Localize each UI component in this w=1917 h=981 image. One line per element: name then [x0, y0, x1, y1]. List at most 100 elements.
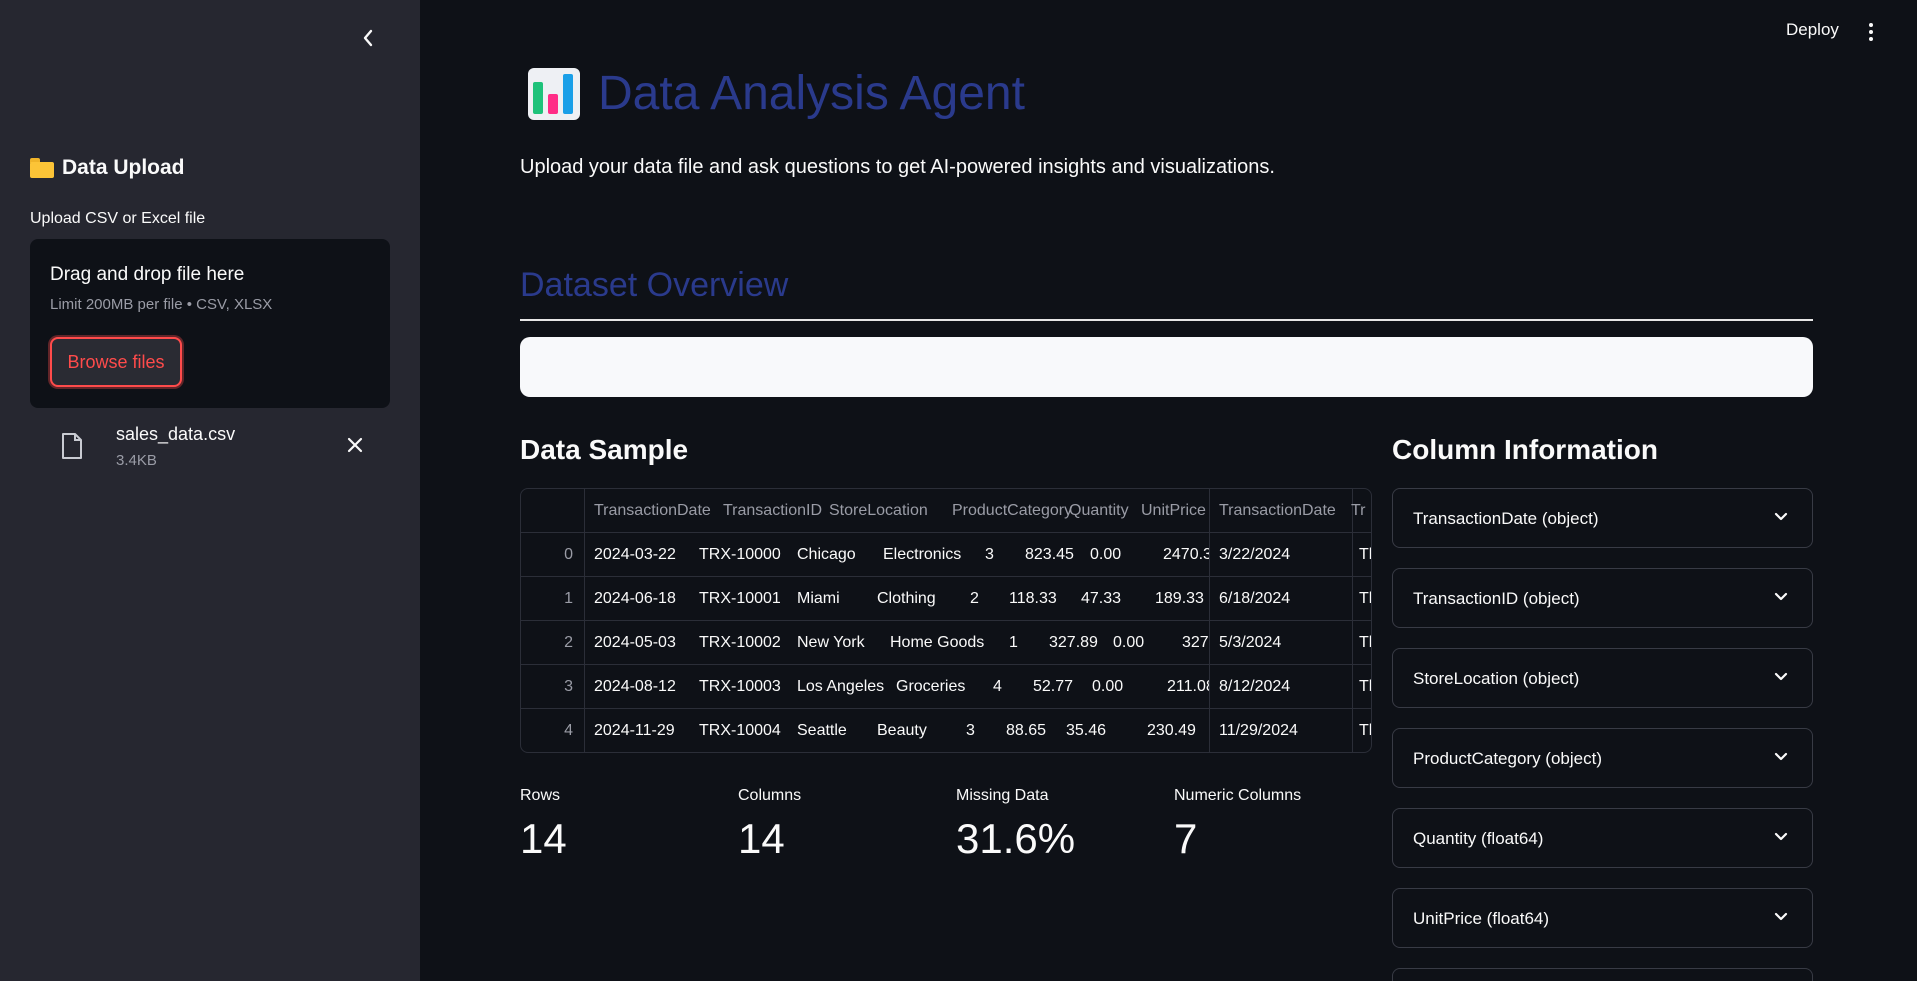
metric-value: 7	[1174, 815, 1198, 862]
remove-file-icon[interactable]	[344, 434, 366, 456]
column-header[interactable]: ProductCategory	[952, 489, 1072, 533]
column-expander[interactable]: UnitPrice (float64)	[1392, 888, 1813, 948]
table-cell: Home Goods	[890, 634, 985, 651]
table-cell: 211.08	[1167, 678, 1209, 695]
table-cell: 3	[985, 546, 994, 563]
row-index: 3	[564, 678, 573, 695]
page-subtitle: Upload your data file and ask questions …	[520, 156, 1275, 178]
table-cell: TRX-10002	[699, 634, 781, 651]
column-header[interactable]: TransactionDate	[594, 489, 711, 533]
column-header[interactable]: UnitPrice	[1141, 489, 1207, 533]
table-cell: 1	[1009, 634, 1018, 651]
column-header[interactable]: TransactionDate	[1219, 489, 1336, 533]
metric-label: Columns	[738, 787, 802, 804]
table-cell: 118.33	[1009, 590, 1057, 607]
chevron-down-icon	[1774, 912, 1788, 921]
file-name: sales_data.csv	[116, 424, 236, 444]
metric-missing-data: Missing Data 31.6%	[956, 787, 1075, 863]
file-dropzone[interactable]: Drag and drop file here Limit 200MB per …	[30, 239, 390, 408]
table-cell: 327	[1182, 634, 1209, 651]
column-expander[interactable]: TransactionID (object)	[1392, 568, 1813, 628]
table-cell: 2024-06-18	[594, 590, 676, 607]
column-expander[interactable]: TransactionDate (object)	[1392, 488, 1813, 548]
table-cell: Los Angeles	[797, 678, 885, 695]
chevron-down-icon	[1774, 672, 1788, 681]
column-header[interactable]: TransactionID	[723, 489, 822, 533]
page-title-row: Data Analysis Agent	[528, 66, 1025, 121]
table-cell: 6/18/2024	[1219, 590, 1291, 607]
table-cell: 189.33	[1155, 590, 1204, 607]
file-size: 3.4KB	[116, 452, 157, 469]
table-cell: 230.49	[1147, 722, 1196, 739]
table-cell: TRX-10001	[699, 590, 781, 607]
upload-label: Upload CSV or Excel file	[30, 210, 206, 227]
column-expander-label: UnitPrice (float64)	[1413, 909, 1550, 928]
table-cell: 2024-11-29	[594, 722, 675, 739]
table-row[interactable]: 4 2024-11-29 TRX-10004 Seattle Beauty 3 …	[521, 709, 1371, 752]
column-header[interactable]: Tr	[1351, 489, 1371, 533]
table-row[interactable]: 2 2024-05-03 TRX-10002 New York Home Goo…	[521, 621, 1371, 665]
section-title: Dataset Overview	[520, 266, 789, 304]
data-table[interactable]: TransactionDate TransactionID StoreLocat…	[520, 488, 1372, 753]
sidebar-header: Data Upload	[30, 156, 185, 180]
sidebar-header-label: Data Upload	[62, 156, 185, 179]
column-expander-label: Quantity (float64)	[1413, 829, 1544, 848]
metric-label: Missing Data	[956, 787, 1049, 804]
column-expander-label: StoreLocation (object)	[1413, 669, 1580, 688]
table-cell: TRX-10004	[699, 722, 781, 739]
main-menu-icon[interactable]	[1864, 20, 1878, 44]
table-cell: 2470.3	[1163, 546, 1209, 563]
column-header[interactable]: Quantity	[1069, 489, 1129, 533]
table-cell: Miami	[797, 590, 840, 607]
row-index: 0	[564, 546, 573, 563]
metric-numeric-columns: Numeric Columns 7	[1174, 787, 1301, 863]
table-cell: Th	[1359, 634, 1371, 651]
deploy-button[interactable]: Deploy	[1786, 20, 1839, 40]
table-cell: 3	[966, 722, 975, 739]
column-expander[interactable]: Quantity (float64)	[1392, 808, 1813, 868]
table-cell: 2	[970, 590, 979, 607]
column-expander-label: TransactionID (object)	[1413, 589, 1580, 608]
row-index: 2	[564, 634, 573, 651]
bar-chart-icon	[528, 67, 580, 120]
table-cell: Clothing	[877, 590, 936, 607]
table-row[interactable]: 1 2024-06-18 TRX-10001 Miami Clothing 2 …	[521, 577, 1371, 621]
table-row[interactable]: 0 2024-03-22 TRX-10000 Chicago Electroni…	[521, 533, 1371, 577]
table-cell: Chicago	[797, 546, 856, 563]
page-title: Data Analysis Agent	[598, 67, 1025, 120]
table-cell: Groceries	[896, 678, 966, 695]
column-expander[interactable]: StoreLocation (object)	[1392, 648, 1813, 708]
chevron-down-icon	[1774, 832, 1788, 841]
dropzone-title: Drag and drop file here	[50, 264, 245, 285]
table-cell: 35.46	[1066, 722, 1107, 739]
table-header-row: TransactionDate TransactionID StoreLocat…	[521, 489, 1371, 533]
folder-icon	[30, 158, 54, 178]
row-index: 1	[564, 590, 573, 607]
table-cell: Th	[1359, 590, 1371, 607]
table-row[interactable]: 3 2024-08-12 TRX-10003 Los Angeles Groce…	[521, 665, 1371, 709]
column-info-title: Column Information	[1392, 434, 1658, 465]
section-divider	[520, 319, 1813, 321]
metric-value: 14	[520, 815, 567, 862]
table-cell: New York	[797, 634, 865, 651]
table-cell: 327.89	[1049, 634, 1098, 651]
column-header[interactable]: StoreLocation	[829, 489, 928, 533]
row-index: 4	[564, 722, 573, 739]
file-icon	[62, 433, 82, 459]
browse-files-button[interactable]: Browse files	[50, 337, 182, 387]
column-expander-partial[interactable]	[1392, 968, 1813, 981]
data-sample-title: Data Sample	[520, 434, 689, 465]
table-cell: 4	[993, 678, 1002, 695]
table-cell: 88.65	[1006, 722, 1047, 739]
column-expander-label: TransactionDate (object)	[1413, 509, 1599, 528]
table-cell: TRX-10003	[699, 678, 781, 695]
table-cell: 0.00	[1113, 634, 1145, 651]
column-expander[interactable]: ProductCategory (object)	[1392, 728, 1813, 788]
table-cell: 47.33	[1081, 590, 1122, 607]
metric-label: Numeric Columns	[1174, 787, 1302, 804]
table-cell: Th	[1359, 546, 1371, 563]
table-cell: Electronics	[883, 546, 962, 563]
collapse-sidebar-button[interactable]	[354, 24, 382, 52]
table-cell: 823.45	[1025, 546, 1074, 563]
table-cell: 8/12/2024	[1219, 678, 1291, 695]
